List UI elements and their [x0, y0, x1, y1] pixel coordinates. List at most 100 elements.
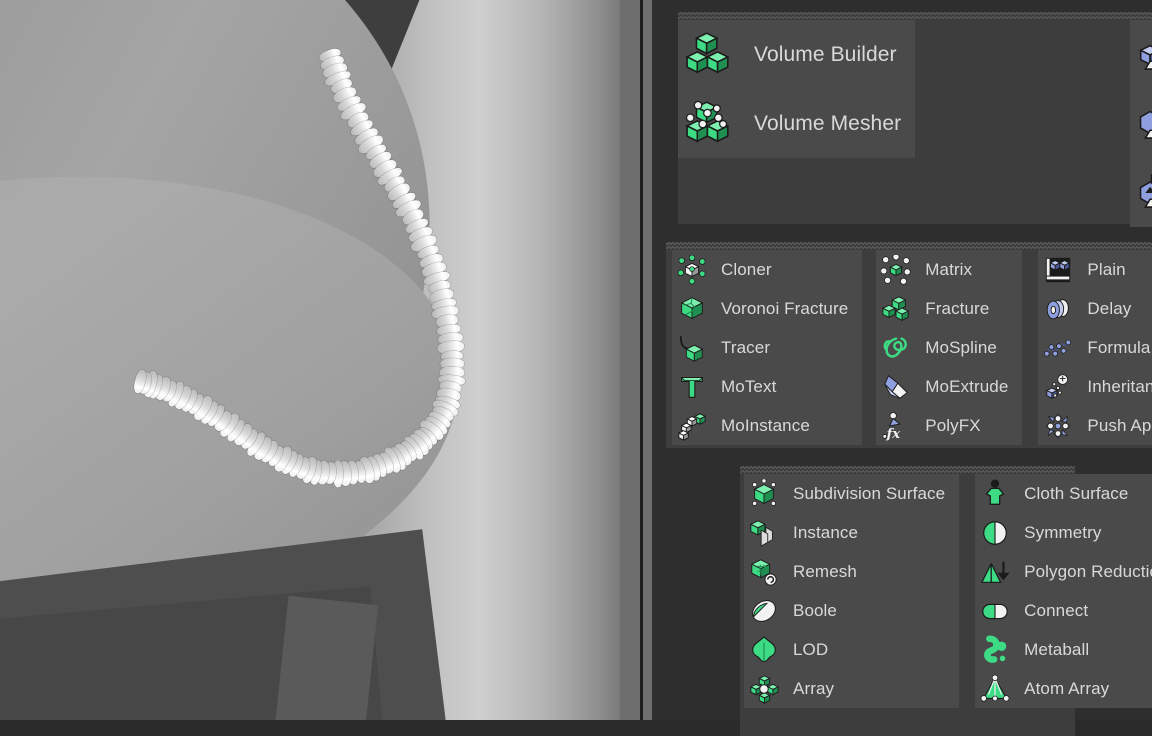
- palette-item-plain-effector[interactable]: Plain: [1038, 250, 1152, 289]
- palette-item-push-apart-effector[interactable]: Push Apart: [1038, 406, 1152, 445]
- fog-smooth-icon: [1130, 89, 1152, 158]
- matrix-icon: [876, 250, 916, 289]
- palette-item-label: Connect: [1024, 601, 1089, 620]
- mograph-column-3: Plain Delay Formula Inheritance Push Apart: [1038, 250, 1152, 445]
- palette-item-volume-mesher[interactable]: Volume Mesher: [678, 89, 915, 158]
- generators-column-2: Cloth Surface Symmetry Polygon Reduction Co…: [975, 474, 1152, 708]
- palette-item-volume-builder[interactable]: Volume Builder: [678, 20, 915, 89]
- instance-icon: [744, 513, 784, 552]
- sdf-smooth-icon: [1130, 20, 1152, 89]
- palette-item-label: Boole: [793, 601, 837, 620]
- palette-item-label: MoExtrude: [925, 377, 1009, 396]
- voronoi-fracture-icon: [672, 289, 712, 328]
- connect-icon: [975, 591, 1015, 630]
- symmetry-icon: [975, 513, 1015, 552]
- palette-grip[interactable]: [678, 12, 1152, 20]
- formula-effector-icon: [1038, 328, 1078, 367]
- palette-item-subdivision-surface[interactable]: Subdivision Surface: [744, 474, 959, 513]
- palette-item-label: Symmetry: [1024, 523, 1102, 542]
- moextrude-icon: [876, 367, 916, 406]
- palette-item-voronoi-fracture[interactable]: Voronoi Fracture: [672, 289, 862, 328]
- palette-item-label: Inheritance: [1087, 377, 1152, 396]
- mospline-icon: [876, 328, 916, 367]
- palette-item-label: Fracture: [925, 299, 990, 318]
- fracture-icon: [876, 289, 916, 328]
- viewport-beaded-rope: [0, 0, 652, 720]
- palette-item-label: MoText: [721, 377, 777, 396]
- palette-item-array[interactable]: Array: [744, 669, 959, 708]
- palette-item-label: LOD: [793, 640, 829, 659]
- palette-item-vector-smooth[interactable]: Vector Smooth: [1130, 158, 1152, 227]
- polygon-reduction-icon: [975, 552, 1015, 591]
- palette-item-connect[interactable]: Connect: [975, 591, 1152, 630]
- volume-column-2: SDF SmoothFog SmoothVector Smooth: [1130, 20, 1152, 227]
- generators-palette-columns: Subdivision Surface Instance Remesh Boole LO…: [740, 474, 1152, 708]
- palette-item-fog-smooth[interactable]: Fog Smooth: [1130, 89, 1152, 158]
- palette-item-label: Subdivision Surface: [793, 484, 946, 503]
- palette-item-label: Remesh: [793, 562, 857, 581]
- volume-mesher-icon: [678, 89, 740, 158]
- palette-item-lod[interactable]: LOD: [744, 630, 959, 669]
- inheritance-effector-icon: [1038, 367, 1078, 406]
- remesh-icon: [744, 552, 784, 591]
- perspective-viewport[interactable]: [0, 0, 652, 720]
- generators-palette[interactable]: Subdivision Surface Instance Remesh Boole LO…: [740, 466, 1152, 736]
- palette-item-moinstance[interactable]: MoInstance: [672, 406, 862, 445]
- palette-item-label: Cloth Surface: [1024, 484, 1129, 503]
- atom-array-icon: [975, 669, 1015, 708]
- palette-item-sdf-smooth[interactable]: SDF Smooth: [1130, 20, 1152, 89]
- palette-item-cloner[interactable]: Cloner: [672, 250, 862, 289]
- palette-item-symmetry[interactable]: Symmetry: [975, 513, 1152, 552]
- palette-item-metaball[interactable]: Metaball: [975, 630, 1152, 669]
- palette-item-atom-array[interactable]: Atom Array: [975, 669, 1152, 708]
- viewport-right-border: [640, 0, 643, 720]
- metaball-icon: [975, 630, 1015, 669]
- palette-item-label: Cloner: [721, 260, 772, 279]
- palette-item-boole[interactable]: Boole: [744, 591, 959, 630]
- palette-item-label: Volume Builder: [754, 43, 897, 66]
- palette-item-label: Polygon Reduction: [1024, 562, 1152, 581]
- palette-item-cloth-surface[interactable]: Cloth Surface: [975, 474, 1152, 513]
- palette-item-moextrude[interactable]: MoExtrude: [876, 367, 1022, 406]
- palette-item-motext[interactable]: MoText: [672, 367, 862, 406]
- generators-column-1: Subdivision Surface Instance Remesh Boole LO…: [744, 474, 960, 708]
- volume-palette-columns: Volume Builder Volume Mesher SDF SmoothFog…: [678, 20, 1152, 227]
- palette-item-label: Matrix: [925, 260, 973, 279]
- palette-grip[interactable]: [666, 242, 1152, 250]
- palette-item-tracer[interactable]: Tracer: [672, 328, 862, 367]
- palette-item-polygon-reduction[interactable]: Polygon Reduction: [975, 552, 1152, 591]
- palette-item-label: Delay: [1087, 299, 1132, 318]
- lod-icon: [744, 630, 784, 669]
- mograph-column-2: Matrix Fracture MoSpline MoExtrude fx PolyFX: [876, 250, 1023, 445]
- subdivision-surface-icon: [744, 474, 784, 513]
- palette-item-instance[interactable]: Instance: [744, 513, 959, 552]
- palette-item-mospline[interactable]: MoSpline: [876, 328, 1022, 367]
- array-icon: [744, 669, 784, 708]
- palette-item-label: Push Apart: [1087, 416, 1152, 435]
- palette-item-matrix[interactable]: Matrix: [876, 250, 1022, 289]
- volume-column-1: Volume Builder Volume Mesher: [678, 20, 916, 158]
- palette-item-formula-effector[interactable]: Formula: [1038, 328, 1152, 367]
- palette-item-remesh[interactable]: Remesh: [744, 552, 959, 591]
- mograph-palette[interactable]: Cloner Voronoi Fracture Tracer MoText MoInst…: [666, 242, 1152, 448]
- delay-effector-icon: [1038, 289, 1078, 328]
- mograph-column-1: Cloner Voronoi Fracture Tracer MoText MoInst…: [672, 250, 863, 445]
- moinstance-icon: [672, 406, 712, 445]
- palette-item-label: Formula: [1087, 338, 1151, 357]
- plain-effector-icon: [1038, 250, 1078, 289]
- palette-item-fracture[interactable]: Fracture: [876, 289, 1022, 328]
- volume-palette[interactable]: Volume Builder Volume Mesher SDF SmoothFog…: [678, 12, 1152, 227]
- palette-item-label: MoSpline: [925, 338, 997, 357]
- palette-grip[interactable]: [740, 466, 1075, 474]
- cloth-surface-icon: [975, 474, 1015, 513]
- motext-icon: [672, 367, 712, 406]
- polyfx-icon: fx: [876, 406, 916, 445]
- palette-item-polyfx[interactable]: fx PolyFX: [876, 406, 1022, 445]
- palette-item-delay-effector[interactable]: Delay: [1038, 289, 1152, 328]
- palette-area: Volume Builder Volume Mesher SDF SmoothFog…: [652, 0, 1152, 736]
- palette-item-label: Metaball: [1024, 640, 1090, 659]
- tracer-icon: [672, 328, 712, 367]
- palette-item-label: Volume Mesher: [754, 112, 902, 135]
- palette-item-inheritance-effector[interactable]: Inheritance: [1038, 367, 1152, 406]
- mograph-palette-columns: Cloner Voronoi Fracture Tracer MoText MoInst…: [666, 250, 1152, 445]
